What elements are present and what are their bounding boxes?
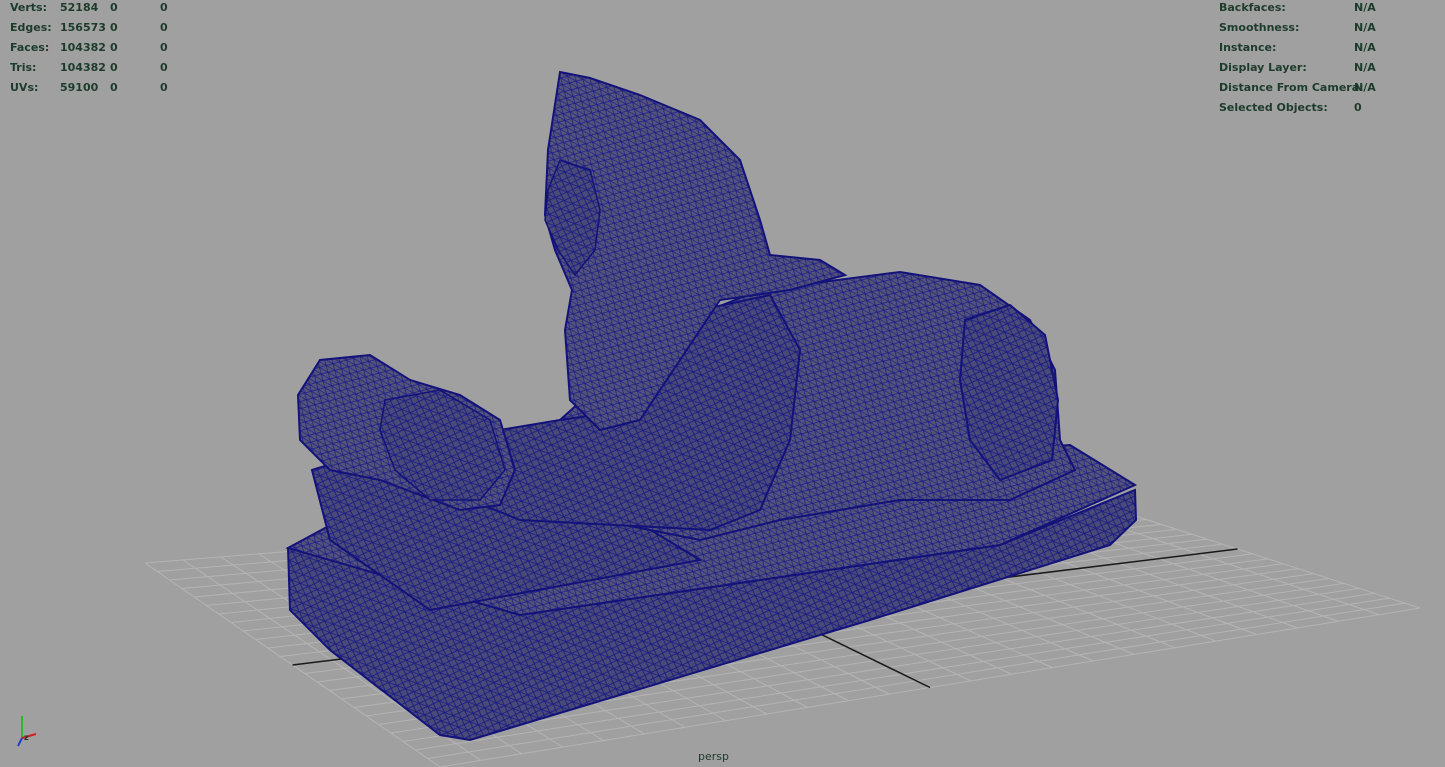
perspective-viewport[interactable]: z [0, 0, 1445, 767]
hud-value-component: 0 [160, 21, 168, 34]
hud-value: N/A [1354, 21, 1376, 34]
hud-value-component: 0 [160, 1, 168, 14]
hud-label: Distance From Camera: [1219, 81, 1364, 94]
hud-value-object: 52184 [60, 1, 99, 14]
camera-name-label: persp [698, 750, 729, 763]
svg-text:z: z [24, 733, 29, 742]
hud-label: Edges: [10, 21, 52, 34]
hud-value-object: 59100 [60, 81, 99, 94]
hud-value: N/A [1354, 81, 1376, 94]
hud-value-selected: 0 [110, 81, 118, 94]
hud-label: Tris: [10, 61, 37, 74]
hud-value-component: 0 [160, 41, 168, 54]
hud-value-selected: 0 [110, 41, 118, 54]
viewport-canvas[interactable] [0, 0, 1445, 767]
hud-value-selected: 0 [110, 21, 118, 34]
hud-label: UVs: [10, 81, 39, 94]
hud-value-component: 0 [160, 61, 168, 74]
hud-label: Instance: [1219, 41, 1277, 54]
hud-value: N/A [1354, 41, 1376, 54]
hud-value-object: 104382 [60, 61, 106, 74]
hud-label: Selected Objects: [1219, 101, 1328, 114]
hud-label: Backfaces: [1219, 1, 1286, 14]
hud-value: N/A [1354, 61, 1376, 74]
axis-gizmo-icon: z [14, 712, 44, 752]
hud-value-selected: 0 [110, 61, 118, 74]
hud-value-selected: 0 [110, 1, 118, 14]
sphinx-mesh [285, 70, 1138, 742]
hud-label: Faces: [10, 41, 50, 54]
hud-value: 0 [1354, 101, 1362, 114]
hud-label: Smoothness: [1219, 21, 1300, 34]
hud-value-object: 156573 [60, 21, 106, 34]
hud-value-component: 0 [160, 81, 168, 94]
hud-label: Display Layer: [1219, 61, 1307, 74]
hud-label: Verts: [10, 1, 48, 14]
hud-value-object: 104382 [60, 41, 106, 54]
hud-value: N/A [1354, 1, 1376, 14]
